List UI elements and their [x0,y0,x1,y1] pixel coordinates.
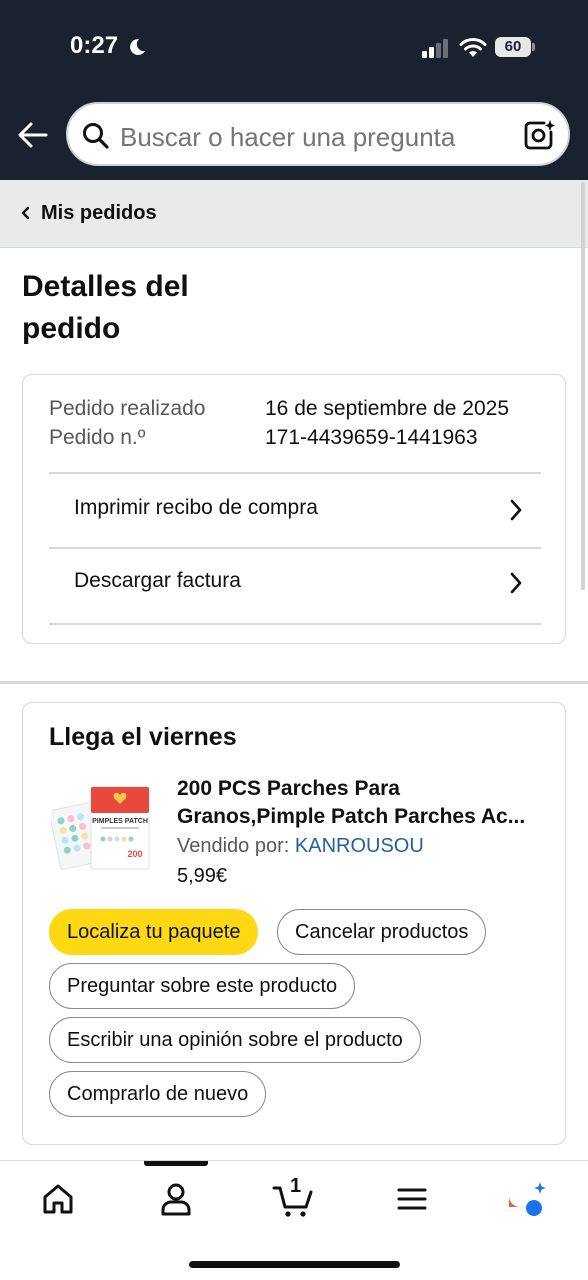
camera-lens-icon[interactable] [522,118,556,152]
sold-by: Vendido por: KANROUSOU [177,835,424,858]
search-icon [83,123,109,149]
order-summary-card: Pedido realizado 16 de septiembre de 202… [22,374,566,644]
ask-product-question-button[interactable]: Preguntar sobre este producto [49,963,356,1009]
order-placed-label: Pedido realizado [49,397,206,420]
product-title[interactable]: 200 PCS Parches Para Granos,Pimple Patch… [177,775,547,831]
write-review-button[interactable]: Escribir una opinión sobre el producto [49,1017,421,1063]
chevron-right-icon [510,499,522,521]
order-placed-date: 16 de septiembre de 2025 [265,397,510,420]
cellular-signal-icon [422,39,448,58]
cancel-items-button[interactable]: Cancelar productos [277,909,487,955]
active-tab-indicator [144,1161,208,1166]
download-invoice-row[interactable]: Descargar factura [49,547,541,623]
rufus-ai-icon[interactable] [506,1179,548,1221]
account-icon[interactable] [156,1179,196,1219]
do-not-disturb-moon-icon [130,38,145,55]
breadcrumb-label[interactable]: Mis pedidos [41,202,157,225]
home-icon[interactable] [38,1179,78,1219]
chevron-right-icon [510,572,522,594]
buy-again-button[interactable]: Comprarlo de nuevo [49,1071,267,1117]
battery-indicator: 60 [495,37,535,57]
breadcrumb[interactable]: Mis pedidos [0,180,588,248]
sold-by-label: Vendido por: [177,835,290,857]
product-image-text: PIMPLES PATCH [92,818,148,825]
delivery-status-title: Llega el viernes [49,723,237,751]
product-image-count: 200 [127,849,142,859]
cart-count-badge: 1 [290,1175,302,1197]
search-input[interactable] [120,122,500,153]
wifi-icon [459,38,487,57]
delivery-card: Llega el viernes PIMPLES PATCH 200 200 P… [22,702,566,1145]
product-title-line-1: 200 PCS Parches Para [177,777,400,800]
home-indicator[interactable] [189,1261,400,1268]
back-arrow-icon[interactable] [16,118,50,152]
section-separator [0,681,588,684]
status-time: 0:27 [70,32,119,59]
product-image[interactable]: PIMPLES PATCH 200 [51,783,153,873]
product-price: 5,99€ [177,865,228,887]
search-bar[interactable] [66,102,570,166]
product-title-line-2: Granos,Pimple Patch Parches Ac... [177,805,526,828]
divider [49,623,541,625]
page-title: Detalles del pedido [22,270,189,345]
order-number-value: 171-4439659-1441963 [265,426,478,449]
seller-link[interactable]: KANROUSOU [295,835,424,857]
order-number-label: Pedido n.º [49,426,146,449]
scrollbar[interactable] [581,182,585,590]
battery-level: 60 [504,38,522,55]
chevron-left-icon [21,206,30,220]
print-receipt-label: Imprimir recibo de compra [74,496,318,519]
app-header: 0:27 60 [0,0,588,180]
print-receipt-row[interactable]: Imprimir recibo de compra [49,474,541,550]
track-package-button[interactable]: Localiza tu paquete [49,909,259,955]
menu-icon[interactable] [392,1179,432,1219]
download-invoice-label: Descargar factura [74,569,241,592]
